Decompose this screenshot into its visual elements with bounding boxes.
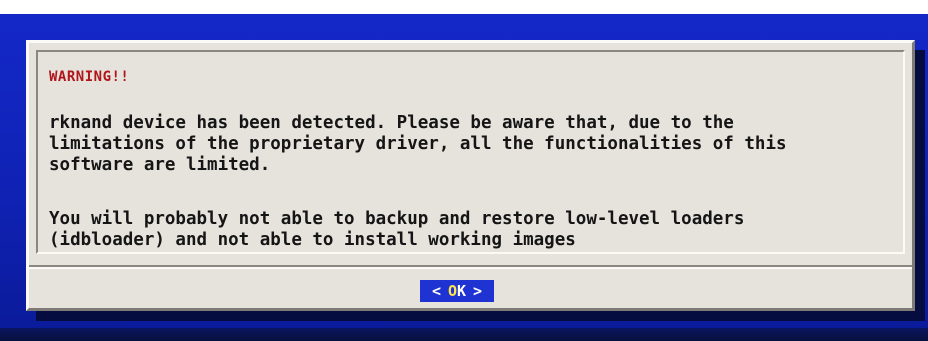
- monitor-top-bezel: [0, 0, 928, 14]
- ok-button-right-bracket: >: [473, 282, 483, 300]
- ok-button-left-bracket: <: [431, 282, 441, 300]
- button-row-separator: [29, 265, 912, 269]
- dialog-title: WARNING!!: [49, 69, 130, 85]
- message-paragraph-device-detected: rknand device has been detected. Please …: [49, 113, 787, 175]
- ok-button-label: OK: [447, 282, 467, 300]
- monitor-bottom-bezel: [0, 328, 928, 341]
- warning-dialog: WARNING!! rknand device has been detecte…: [26, 40, 915, 311]
- ok-button[interactable]: < OK >: [420, 280, 494, 302]
- message-paragraph-limitations: You will probably not able to backup and…: [49, 209, 745, 250]
